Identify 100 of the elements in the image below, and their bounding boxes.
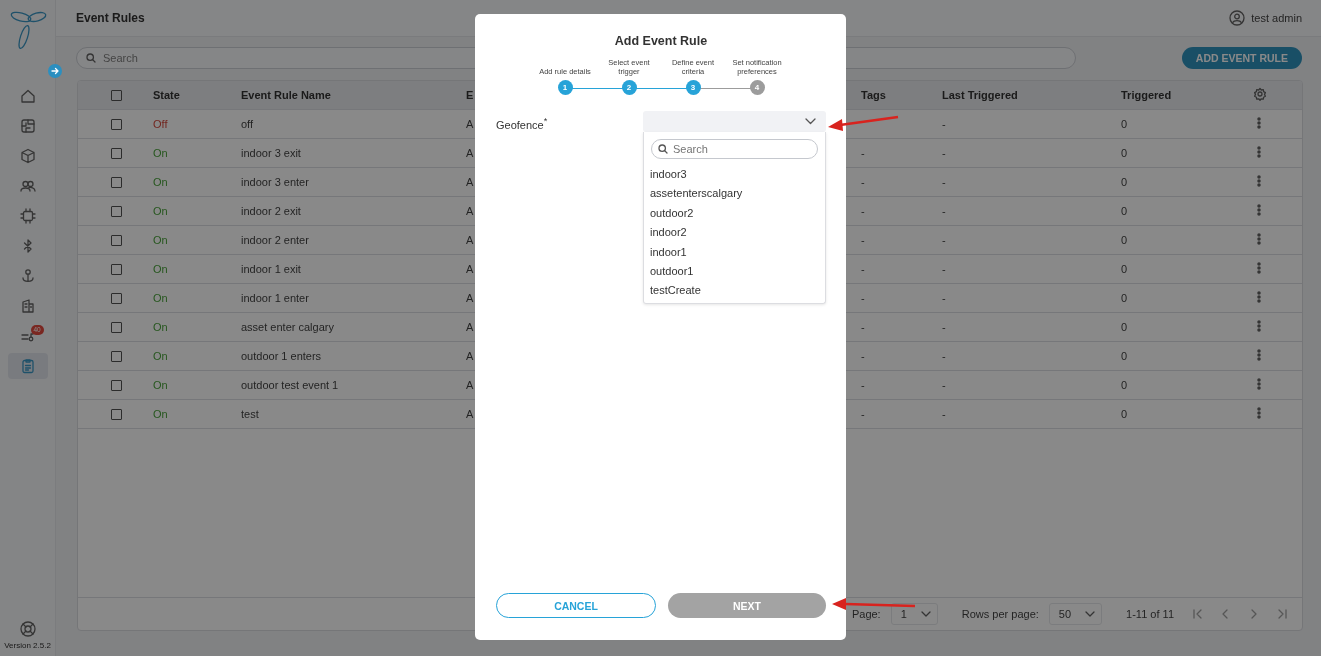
chip-icon <box>18 207 37 225</box>
table-cell-text: - <box>941 234 946 246</box>
page-title: Event Rules <box>76 11 145 25</box>
last-page-icon[interactable] <box>1276 608 1288 620</box>
table-cell-text: - <box>941 292 946 304</box>
row-checkbox[interactable] <box>111 408 122 420</box>
arrow-drawing <box>828 115 899 131</box>
table-cell-text: indoor 1 exit <box>240 263 301 275</box>
row-checkbox[interactable] <box>111 321 122 333</box>
table-cell-text: 0 <box>1120 321 1128 333</box>
table-cell-text: 0 <box>1120 205 1128 217</box>
more-icon[interactable] <box>1257 117 1261 129</box>
more-icon[interactable] <box>1257 175 1261 187</box>
state-text: On <box>152 263 168 275</box>
help-icon[interactable] <box>18 620 37 638</box>
table-cell-text: A <box>465 379 474 391</box>
table-cell-text: - <box>860 321 865 333</box>
table-cell-text: A <box>465 321 474 333</box>
expand-icon[interactable] <box>48 64 62 78</box>
state-text: On <box>152 234 168 246</box>
row-checkbox[interactable] <box>111 350 122 362</box>
more-icon[interactable] <box>1257 204 1261 216</box>
table-cell-text: A <box>465 350 474 362</box>
step-number[interactable]: 4 <box>749 80 765 95</box>
table-cell-text: outdoor test event 1 <box>240 379 339 391</box>
table-cell-text: A <box>465 147 474 159</box>
row-checkbox[interactable] <box>111 379 122 391</box>
table-cell-text: - <box>941 263 946 275</box>
chevron-down-icon <box>805 118 816 125</box>
more-icon[interactable] <box>1257 262 1261 274</box>
step-number[interactable]: 3 <box>685 80 701 95</box>
select-all-checkbox[interactable] <box>111 89 122 101</box>
table-cell-text: - <box>860 234 865 246</box>
cancel-button[interactable]: CANCEL <box>496 593 656 618</box>
more-icon[interactable] <box>1257 320 1261 332</box>
add-event-rule-button[interactable]: ADD EVENT RULE <box>1181 47 1302 69</box>
table-cell-text: indoor 3 exit <box>240 147 301 159</box>
table-cell-text: indoor 3 enter <box>240 176 309 188</box>
table-cell-text: - <box>860 176 865 188</box>
row-checkbox[interactable] <box>111 292 122 304</box>
table-cell-text: - <box>860 350 865 362</box>
logo-icon <box>8 9 47 51</box>
dropdown-option[interactable]: testCreate <box>650 281 818 301</box>
state-text: Off <box>152 118 168 130</box>
dropdown-option[interactable]: assetenterscalgary <box>650 184 818 204</box>
settings-icon[interactable] <box>1253 87 1267 101</box>
rows-per-page-select[interactable]: 50 <box>1048 603 1103 625</box>
state-text: On <box>152 379 168 391</box>
page-range-text: 1-11 of 11 <box>1126 608 1174 620</box>
step-number[interactable]: 2 <box>621 80 637 95</box>
more-icon[interactable] <box>1257 349 1261 361</box>
more-icon[interactable] <box>1257 407 1261 419</box>
table-cell-text: 0 <box>1120 379 1128 391</box>
table-cell-text: A <box>465 205 474 217</box>
table-cell-text: off <box>240 118 254 130</box>
table-cell-text: A <box>465 408 474 420</box>
first-page-icon[interactable] <box>1192 608 1204 620</box>
row-checkbox[interactable] <box>111 118 122 130</box>
dropdown-option[interactable]: indoor1 <box>650 242 818 262</box>
table-cell-text: indoor 2 enter <box>240 234 309 246</box>
row-checkbox[interactable] <box>111 147 122 159</box>
column-header: Tags <box>860 89 886 101</box>
table-cell-text: 0 <box>1120 408 1128 420</box>
table-cell-text: - <box>941 118 946 130</box>
table-cell-text: - <box>941 379 946 391</box>
search-field[interactable]: Search <box>651 139 818 159</box>
more-icon[interactable] <box>1257 378 1261 390</box>
column-header: E <box>465 89 474 101</box>
page-label: Page: <box>851 608 881 620</box>
dropdown-option[interactable]: indoor2 <box>650 223 818 243</box>
dropdown-option[interactable]: outdoor2 <box>650 203 818 224</box>
dropdown-option[interactable]: indoor3 <box>650 165 818 185</box>
row-checkbox[interactable] <box>111 234 122 246</box>
table-cell-text: A <box>465 263 474 275</box>
row-checkbox[interactable] <box>111 176 122 188</box>
row-checkbox[interactable] <box>111 263 122 275</box>
table-cell-text: A <box>465 234 474 246</box>
version-text: Version 2.5.2 <box>4 641 51 650</box>
step-number[interactable]: 1 <box>557 80 573 95</box>
table-cell-text: A <box>465 292 474 304</box>
page-select[interactable]: 1 <box>890 603 938 625</box>
more-icon[interactable] <box>1257 233 1261 245</box>
dropdown-option[interactable]: outdoor1 <box>650 261 818 282</box>
nav-item[interactable] <box>7 353 48 379</box>
user-icon[interactable] <box>1229 10 1246 26</box>
table-cell-text: 0 <box>1120 292 1128 304</box>
table-cell-text: 0 <box>1120 176 1128 188</box>
table-cell-text: - <box>941 350 946 362</box>
chevron-down-icon <box>920 611 931 617</box>
table-cell-text: 0 <box>1120 147 1128 159</box>
more-icon[interactable] <box>1257 146 1261 158</box>
more-icon[interactable] <box>1257 291 1261 303</box>
column-header: Event Rule Name <box>240 89 331 101</box>
table-cell-text: indoor 2 exit <box>240 205 301 217</box>
home-icon <box>18 87 37 105</box>
search-icon <box>86 53 96 63</box>
table-cell-text: 0 <box>1120 350 1128 362</box>
user-name: test admin <box>1251 12 1302 24</box>
rows-per-page-label: Rows per page: <box>961 608 1039 620</box>
row-checkbox[interactable] <box>111 205 122 217</box>
